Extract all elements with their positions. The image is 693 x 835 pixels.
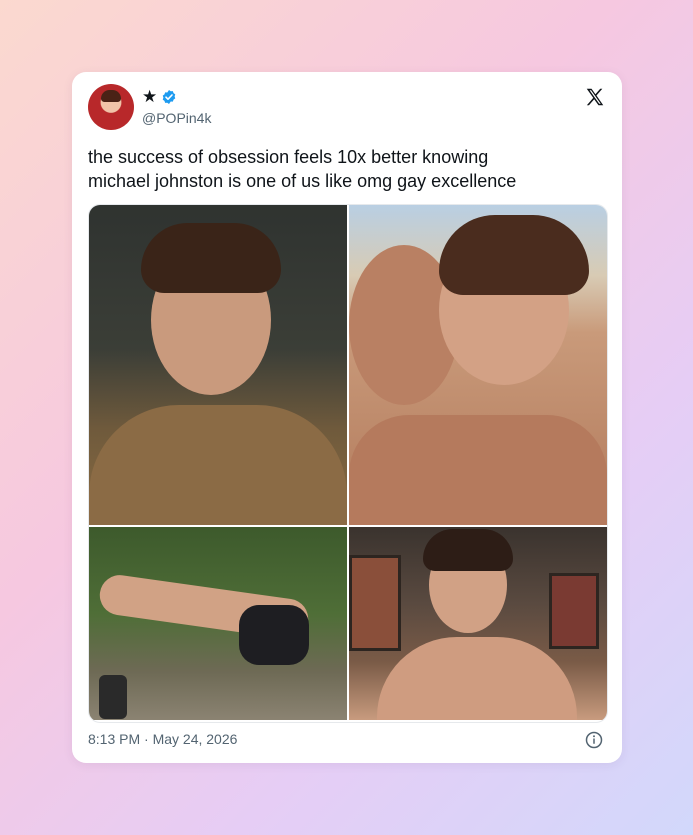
photo-shirtless-room[interactable] <box>349 527 607 720</box>
photo-beach-selfie[interactable] <box>349 205 607 525</box>
shorts-shape <box>239 605 309 665</box>
avatar-hair <box>101 90 121 102</box>
wall-painting-right <box>549 573 599 649</box>
display-name[interactable]: ★ <box>142 88 157 106</box>
info-icon[interactable] <box>585 731 603 749</box>
avatar[interactable] <box>88 84 134 130</box>
media-grid <box>88 204 608 723</box>
user-handle[interactable]: @POPin4k <box>142 110 211 126</box>
wall-painting-left <box>349 555 401 651</box>
hair-shape <box>439 215 589 295</box>
tweet-text-line-2: michael johnston is one of us like omg g… <box>88 171 517 191</box>
name-row: ★ <box>142 88 177 106</box>
tweet-card[interactable]: ★ @POPin4k the success of obsession feel… <box>72 72 622 763</box>
tweet-text-line-1: the success of obsession feels 10x bette… <box>88 147 489 167</box>
tweet-text: the success of obsession feels 10x bette… <box>88 145 608 193</box>
photo-yoga-pose[interactable] <box>89 527 347 720</box>
bottle-shape <box>99 675 127 719</box>
x-logo-icon[interactable] <box>584 86 606 108</box>
verified-badge-icon <box>162 90 176 104</box>
shoulders-shape <box>349 415 607 525</box>
photo-portrait-sweater[interactable] <box>89 205 347 525</box>
hair-shape <box>141 223 281 293</box>
sweater-shape <box>89 405 347 525</box>
hair-shape <box>423 529 513 571</box>
chest-shape <box>377 637 577 720</box>
tweet-timestamp[interactable]: 8:13 PM · May 24, 2026 <box>88 731 237 747</box>
